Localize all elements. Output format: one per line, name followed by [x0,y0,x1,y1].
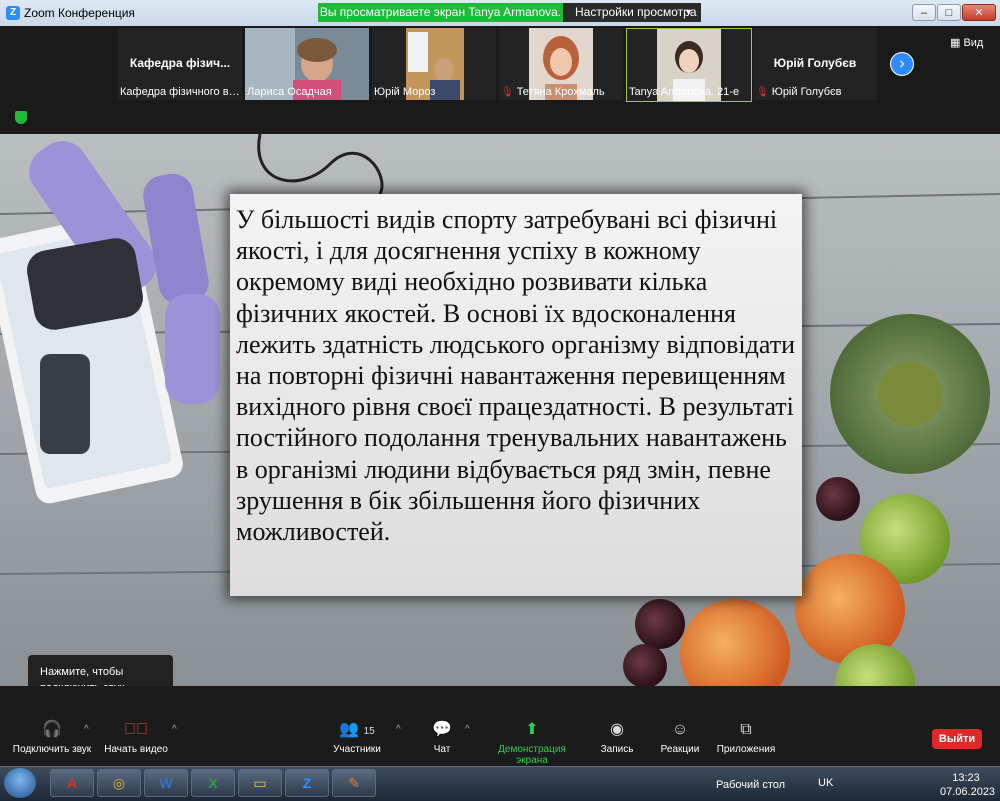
maximize-button[interactable]: □ [937,4,961,21]
video-off-icon: ▶⃠ [124,721,148,738]
word-icon[interactable]: W [144,769,188,797]
participant-name: Тетяна Крохмаль [516,86,605,98]
desktop-toolbar-label[interactable]: Рабочий стол [716,779,785,791]
participant-name: Tanya Armanova. 21-е [629,86,740,98]
share-screen-icon: ⬆ [525,721,539,738]
join-audio-button[interactable]: 🎧 Подключить звук [12,720,92,755]
share-screen-label: Демонстрация экрана [498,744,566,766]
participants-label: Участники [333,744,381,755]
zoom-taskbar-icon[interactable]: Z [285,769,329,797]
share-screen-button[interactable]: ⬆ Демонстрация экрана [482,720,582,766]
zoom-logo-icon: Z [6,6,20,20]
chat-icon: 💬 [432,721,452,738]
view-label: Вид [963,37,984,49]
chat-button[interactable]: 💬 Чат [425,720,459,755]
acrobat-reader-icon[interactable]: A [50,769,94,797]
language-indicator[interactable]: UK [818,777,833,789]
video-options-caret-icon[interactable]: ^ [172,724,177,735]
minimize-button[interactable]: – [912,4,936,21]
view-settings-dropdown[interactable]: Настройки просмотра ▼ [563,3,701,22]
participant-tile-title: Кафедра фізич... [129,56,231,70]
apps-label: Приложения [716,744,776,755]
slide-body-text: У більшості видів спорту затребувані всі… [236,205,796,547]
tooltip-line: Нажмите, чтобы [40,666,124,678]
gallery-next-arrow-icon[interactable]: › [890,52,914,76]
apps-icon: ⧉ [740,721,752,738]
headphones-icon: 🎧 [42,721,62,738]
mic-muted-icon: 🎙 [756,87,769,98]
chrome-icon[interactable]: ◎ [97,769,141,797]
reaction-smiley-icon: ☺ [671,721,689,738]
chat-label: Чат [433,744,451,755]
clock-time: 13:23 [952,772,980,784]
excel-icon[interactable]: X [191,769,235,797]
join-audio-label: Подключить звук [12,744,92,755]
participants-options-caret-icon[interactable]: ^ [396,724,401,735]
participant-name: Лариса Осадчая [247,86,332,98]
security-shield-icon [15,111,27,124]
mic-muted-icon: 🎙 [501,87,514,98]
reactions-button[interactable]: ☺ Реакции [658,720,702,755]
slide-textbox: У більшості видів спорту затребувані всі… [230,194,802,596]
view-button[interactable]: ▦ Вид [950,36,983,49]
record-icon: ◉ [610,721,624,738]
record-label: Запись [600,744,634,755]
participants-button[interactable]: 👥 15 Участники [330,720,384,755]
participants-icon: 👥 15 [339,721,375,738]
record-button[interactable]: ◉ Запись [598,720,636,755]
chevron-down-icon: ▼ [684,7,693,17]
participant-name: Кафедра фізичного вих... [120,86,240,98]
participant-name: Юрій Мороз [374,86,436,98]
file-explorer-icon[interactable]: ▭ [238,769,282,797]
close-button[interactable]: ✕ [962,4,996,21]
audio-options-caret-icon[interactable]: ^ [84,724,89,735]
window-title: Zoom Конференция [24,6,135,20]
start-button-icon[interactable] [4,768,36,798]
participant-name: Юрій Голубєв [771,86,842,98]
view-settings-label: Настройки просмотра [575,5,697,19]
paint-icon[interactable]: ✎ [332,769,376,797]
leave-meeting-button[interactable]: Выйти [932,729,982,749]
grid-icon: ▦ [950,37,964,49]
reactions-label: Реакции [660,744,700,755]
apps-button[interactable]: ⧉ Приложения [716,720,776,755]
chat-options-caret-icon[interactable]: ^ [465,724,470,735]
clock-date: 07.06.2023 [940,786,996,798]
participant-tile-title: Юрій Голубєв [773,56,857,70]
system-clock[interactable]: 13:23 07.06.2023 [940,771,996,799]
start-video-button[interactable]: ▶⃠ Начать видео [104,720,168,755]
participants-count: 15 [363,726,375,737]
share-banner: Вы просматриваете экран Tanya Armanova. … [318,3,563,38]
start-video-label: Начать видео [104,744,168,755]
